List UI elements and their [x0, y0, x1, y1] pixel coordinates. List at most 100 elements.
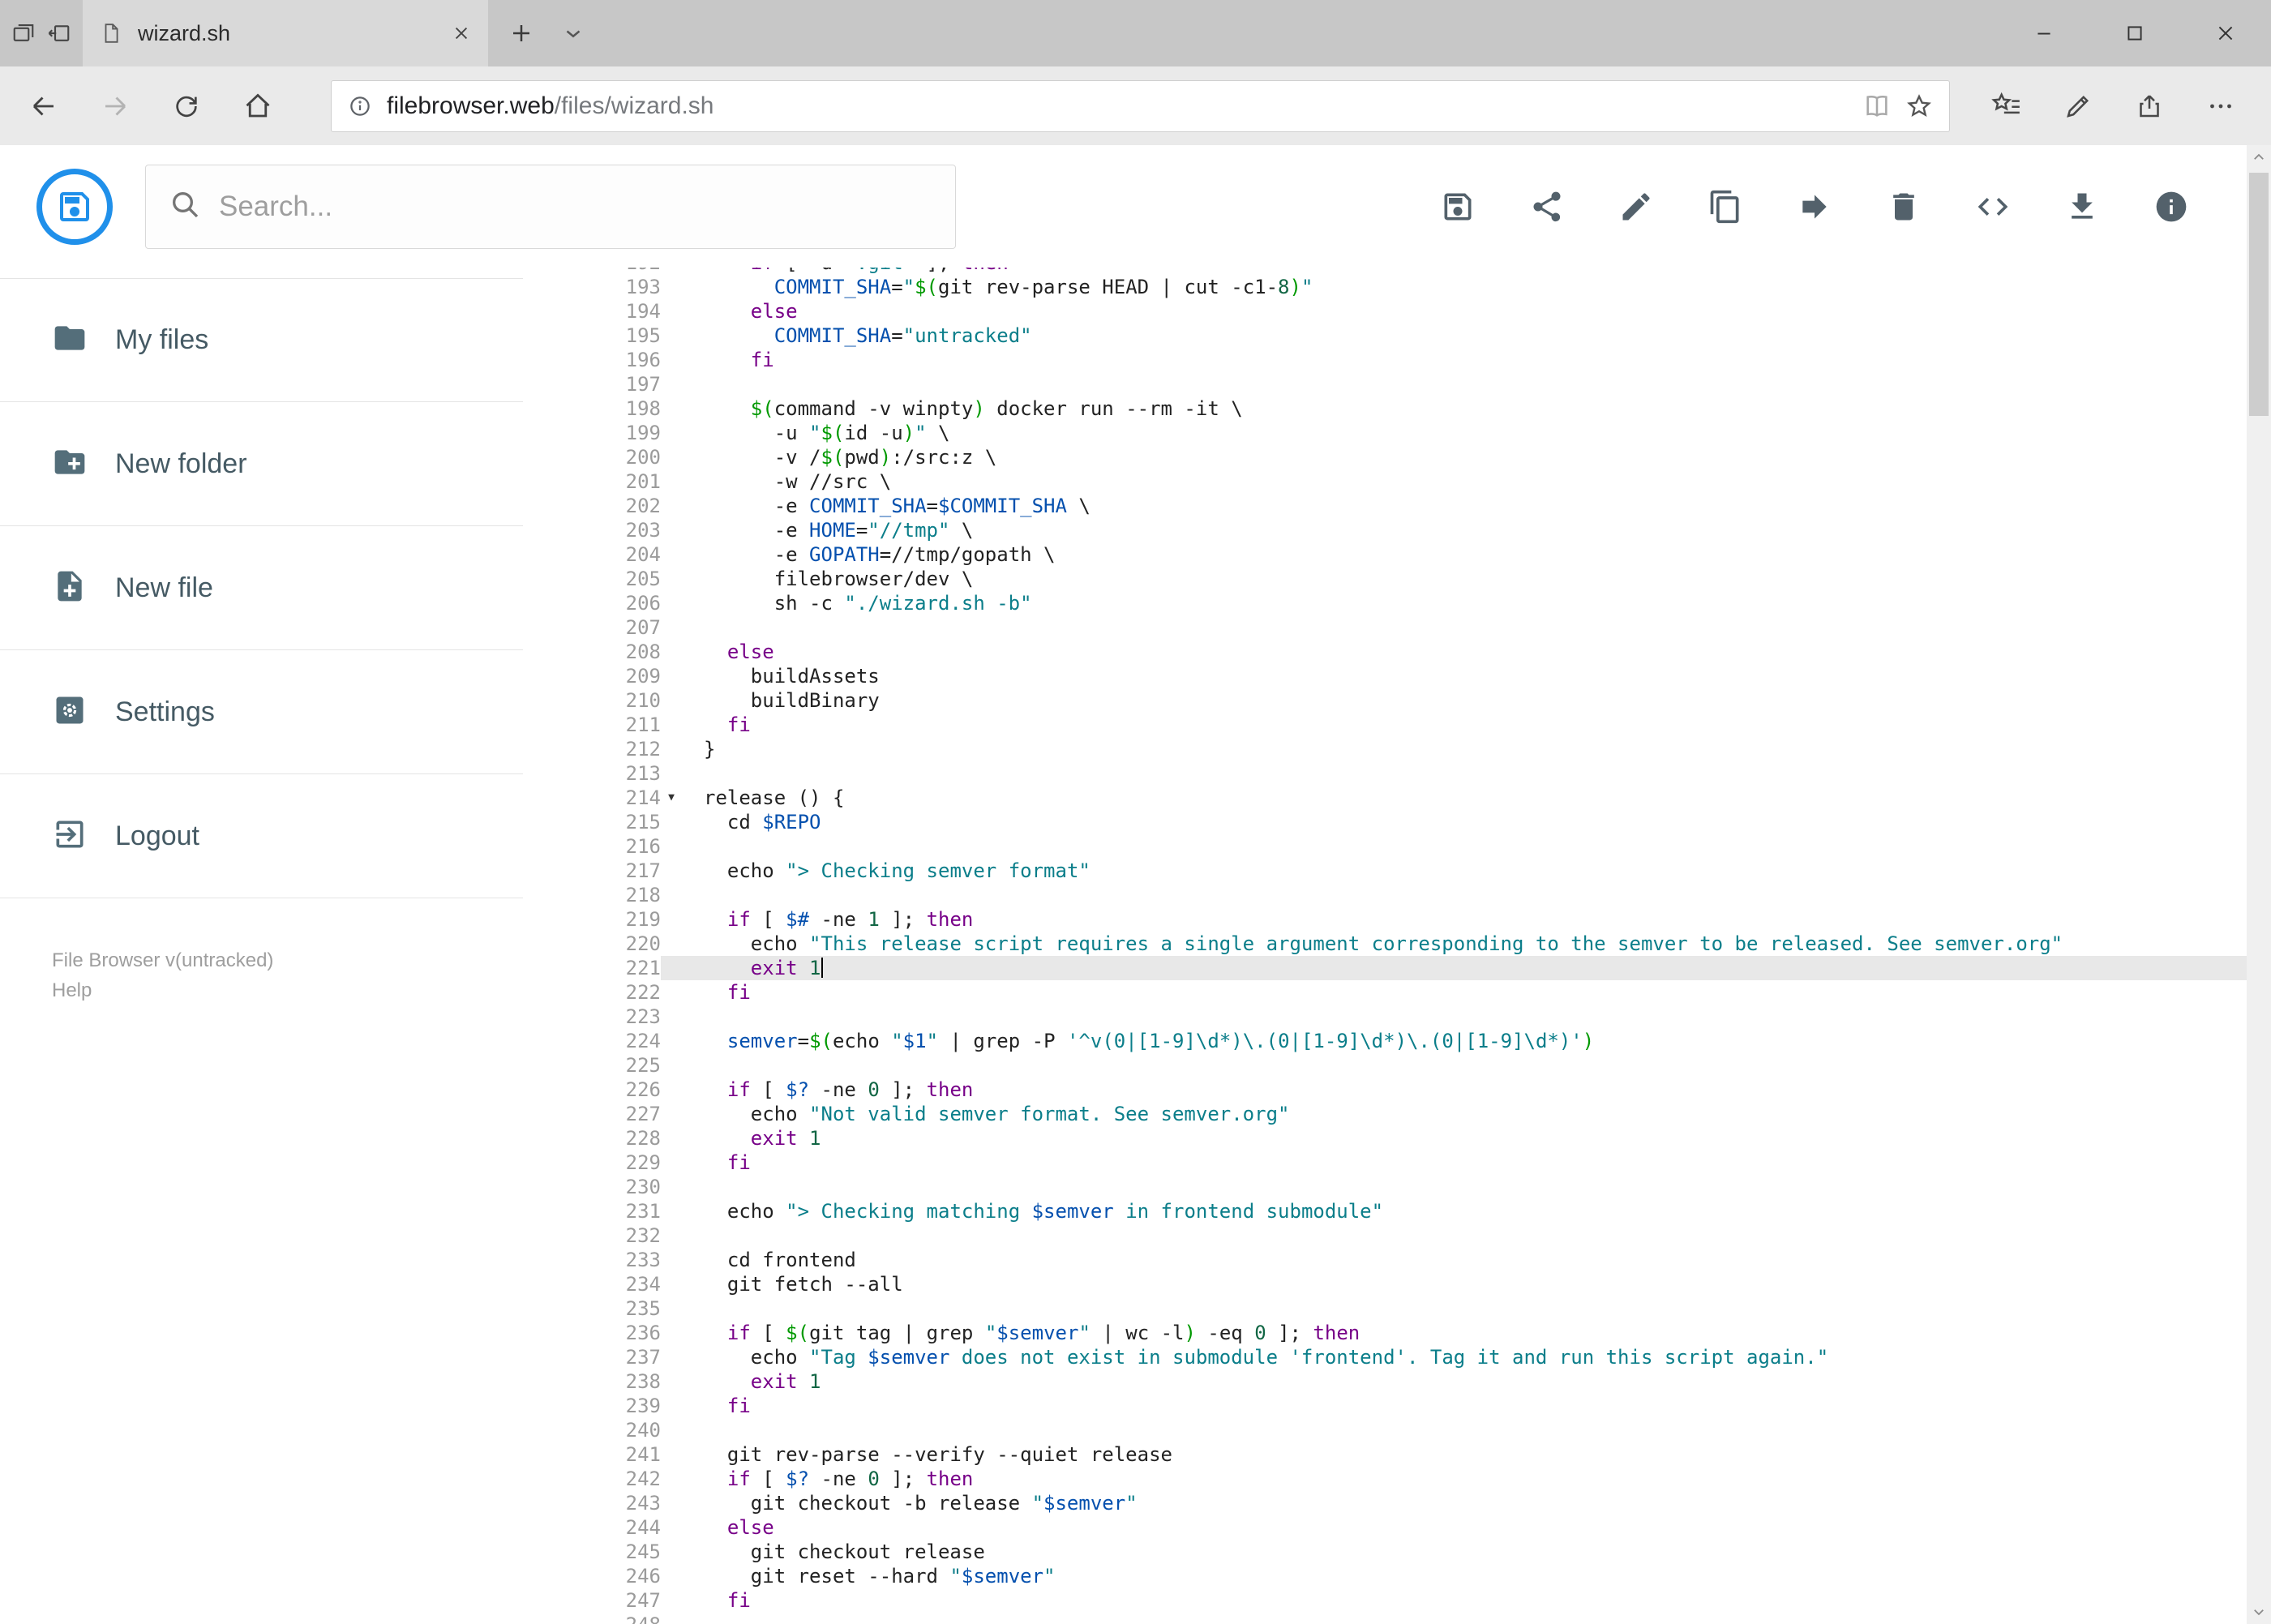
code-line-content[interactable]: if [ $? -ne 0 ]; then	[661, 1078, 2247, 1102]
copy-button[interactable]	[1707, 188, 1744, 225]
code-line[interactable]: 200 -v /$(pwd):/src:z \	[523, 445, 2247, 469]
code-line[interactable]: 236 if [ $(git tag | grep "$semver" | wc…	[523, 1321, 2247, 1345]
code-text[interactable]: release () {	[682, 786, 844, 810]
code-line-content[interactable]: cd frontend	[661, 1248, 2247, 1272]
share-icon[interactable]	[2114, 66, 2185, 145]
code-line-content[interactable]: fi	[661, 1151, 2247, 1175]
sidebar-item-new-file[interactable]: New file	[0, 526, 523, 650]
fold-marker-icon[interactable]: ▼	[661, 786, 682, 810]
code-text[interactable]: COMMIT_SHA="$(git rev-parse HEAD | cut -…	[682, 275, 1313, 299]
code-line-content[interactable]: if [ $(git tag | grep "$semver" | wc -l)…	[661, 1321, 2247, 1345]
code-line[interactable]: 202 -e COMMIT_SHA=$COMMIT_SHA \	[523, 494, 2247, 518]
sidebar-item-settings[interactable]: Settings	[0, 650, 523, 774]
code-text[interactable]: echo "> Checking matching $semver in fro…	[682, 1199, 1383, 1223]
code-line-content[interactable]: fi	[661, 713, 2247, 737]
close-window-button[interactable]	[2180, 0, 2271, 66]
code-line[interactable]: 204 -e GOPATH=//tmp/gopath \	[523, 542, 2247, 567]
code-line-content[interactable]	[661, 761, 2247, 786]
code-line-content[interactable]	[661, 615, 2247, 640]
share-file-button[interactable]	[1528, 188, 1566, 225]
code-line[interactable]: 222 fi	[523, 980, 2247, 1005]
code-text[interactable]	[682, 1613, 704, 1624]
code-text[interactable]: -e COMMIT_SHA=$COMMIT_SHA \	[682, 494, 1091, 518]
code-line[interactable]: 203 -e HOME="//tmp" \	[523, 518, 2247, 542]
code-line[interactable]: 197	[523, 372, 2247, 396]
code-line-content[interactable]: }	[661, 737, 2247, 761]
code-line-content[interactable]: else	[661, 299, 2247, 324]
code-text[interactable]: if [ $? -ne 0 ]; then	[682, 1467, 973, 1491]
code-text[interactable]: buildAssets	[682, 664, 880, 688]
code-line-content[interactable]: fi	[661, 348, 2247, 372]
code-text[interactable]: buildBinary	[682, 688, 880, 713]
code-text[interactable]: -e GOPATH=//tmp/gopath \	[682, 542, 1056, 567]
code-line-content[interactable]: buildAssets	[661, 664, 2247, 688]
code-line-content[interactable]: if [ -d ".git" ]; then	[661, 268, 2247, 275]
rename-button[interactable]	[1618, 188, 1655, 225]
address-bar[interactable]: filebrowser.web/files/wizard.sh	[331, 79, 1950, 132]
sidebar-item-logout[interactable]: Logout	[0, 774, 523, 898]
code-line[interactable]: 216	[523, 834, 2247, 859]
code-line[interactable]: 215 cd $REPO	[523, 810, 2247, 834]
sidebar-item-new-folder[interactable]: New folder	[0, 402, 523, 526]
code-line-content[interactable]: $(command -v winpty) docker run --rm -it…	[661, 396, 2247, 421]
code-line[interactable]: 243 git checkout -b release "$semver"	[523, 1491, 2247, 1515]
code-line[interactable]: 228 exit 1	[523, 1126, 2247, 1151]
code-line-content[interactable]: echo "> Checking semver format"	[661, 859, 2247, 883]
code-line[interactable]: 198 $(command -v winpty) docker run --rm…	[523, 396, 2247, 421]
tab-previews-chevron-icon[interactable]	[561, 21, 585, 45]
code-line[interactable]: 196 fi	[523, 348, 2247, 372]
minimize-button[interactable]	[1999, 0, 2089, 66]
code-text[interactable]: fi	[682, 1394, 751, 1418]
code-text[interactable]	[682, 1005, 704, 1029]
code-text[interactable]	[682, 372, 704, 396]
code-line-content[interactable]: exit 1	[661, 1126, 2247, 1151]
code-text[interactable]	[682, 834, 704, 859]
code-line-content[interactable]: -e COMMIT_SHA=$COMMIT_SHA \	[661, 494, 2247, 518]
code-line[interactable]: 238 exit 1	[523, 1369, 2247, 1394]
code-text[interactable]: fi	[682, 348, 774, 372]
code-line-content[interactable]: buildBinary	[661, 688, 2247, 713]
code-line[interactable]: 224 semver=$(echo "$1" | grep -P '^v(0|[…	[523, 1029, 2247, 1053]
code-text[interactable]: sh -c "./wizard.sh -b"	[682, 591, 1032, 615]
code-text[interactable]: fi	[682, 1588, 751, 1613]
site-info-icon[interactable]	[348, 94, 372, 118]
code-line-content[interactable]: echo "> Checking matching $semver in fro…	[661, 1199, 2247, 1223]
code-line[interactable]: 235	[523, 1296, 2247, 1321]
code-line[interactable]: 225	[523, 1053, 2247, 1078]
code-text[interactable]: echo "This release script requires a sin…	[682, 932, 2063, 956]
code-line-content[interactable]: echo "Tag $semver does not exist in subm…	[661, 1345, 2247, 1369]
code-line-content[interactable]: if [ $# -ne 1 ]; then	[661, 907, 2247, 932]
code-text[interactable]: cd frontend	[682, 1248, 856, 1272]
maximize-button[interactable]	[2089, 0, 2180, 66]
code-line[interactable]: 227 echo "Not valid semver format. See s…	[523, 1102, 2247, 1126]
code-line[interactable]: 245 git checkout release	[523, 1540, 2247, 1564]
set-tabs-aside-icon[interactable]	[47, 21, 71, 45]
code-line[interactable]: 205 filebrowser/dev \	[523, 567, 2247, 591]
forward-button[interactable]	[79, 66, 151, 145]
tab-preview-icon[interactable]	[11, 21, 36, 45]
code-line-content[interactable]: fi	[661, 1394, 2247, 1418]
browser-tab[interactable]: wizard.sh	[83, 0, 488, 66]
code-line[interactable]: 207	[523, 615, 2247, 640]
code-line[interactable]: 193 COMMIT_SHA="$(git rev-parse HEAD | c…	[523, 275, 2247, 299]
code-line[interactable]: 211 fi	[523, 713, 2247, 737]
code-text[interactable]: echo "Tag $semver does not exist in subm…	[682, 1345, 1828, 1369]
code-line-content[interactable]: -e HOME="//tmp" \	[661, 518, 2247, 542]
code-line[interactable]: 201 -w //src \	[523, 469, 2247, 494]
code-text[interactable]: if [ -d ".git" ]; then	[682, 268, 1009, 275]
code-line[interactable]: 240	[523, 1418, 2247, 1442]
scrollbar-up-arrow-icon[interactable]	[2247, 145, 2271, 169]
code-line-content[interactable]: fi	[661, 980, 2247, 1005]
code-line-content[interactable]: echo "This release script requires a sin…	[661, 932, 2247, 956]
code-line[interactable]: 192 if [ -d ".git" ]; then	[523, 268, 2247, 275]
code-line-content[interactable]: fi	[661, 1588, 2247, 1613]
add-favorite-star-icon[interactable]	[1905, 92, 1933, 120]
save-button[interactable]	[1439, 188, 1476, 225]
code-line[interactable]: 206 sh -c "./wizard.sh -b"	[523, 591, 2247, 615]
code-text[interactable]: if [ $(git tag | grep "$semver" | wc -l)…	[682, 1321, 1360, 1345]
code-line-content[interactable]: git checkout release	[661, 1540, 2247, 1564]
code-line-content[interactable]: COMMIT_SHA="untracked"	[661, 324, 2247, 348]
search-box[interactable]	[145, 164, 956, 249]
delete-button[interactable]	[1885, 188, 1922, 225]
web-note-pen-icon[interactable]	[2042, 66, 2114, 145]
